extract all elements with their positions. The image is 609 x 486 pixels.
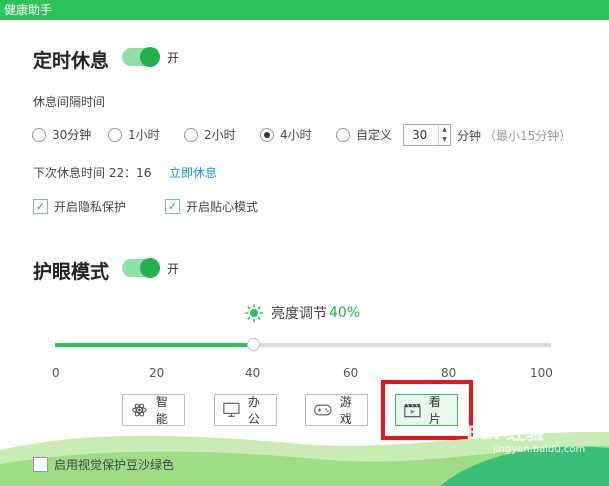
tick-label-20: 20 (149, 366, 165, 380)
radio-30min[interactable]: 30分钟 (32, 126, 91, 143)
checkmark-icon: ✓ (33, 199, 48, 214)
baidu-watermark: Bai 经验 (466, 422, 545, 444)
tick-label-60: 60 (343, 366, 359, 380)
checkmark-icon: ✓ (165, 199, 180, 214)
mode-smart-label: 智能 (155, 395, 168, 426)
slider-fill (55, 343, 254, 347)
health-assistant-window: 定时休息 开 休息间隔时间 30分钟 1小时 2小时 4小时 自定义 30 ▲ ▼… (0, 20, 609, 486)
custom-unit-label: 分钟 (457, 129, 482, 143)
mode-game-button[interactable]: 游戏 (305, 394, 368, 426)
custom-minutes-value: 30 (412, 128, 428, 142)
mode-game-label: 游戏 (339, 395, 352, 426)
tick-label-80: 80 (441, 366, 457, 380)
custom-min-hint: （最小15分钟） (484, 129, 572, 143)
next-rest-time: 下次休息时间 22：16 (33, 166, 152, 180)
checkbox-empty-icon (33, 457, 48, 472)
atom-icon (132, 403, 147, 417)
radio-dot-selected (260, 127, 274, 142)
caring-mode-checkbox[interactable]: ✓ 开启贴心模式 (165, 198, 258, 215)
brightness-percent: 40% (329, 305, 361, 321)
tick-label-100: 100 (530, 366, 553, 380)
rest-now-link[interactable]: 立即休息 (169, 164, 217, 181)
radio-4hour[interactable]: 4小时 (260, 126, 312, 143)
eye-toggle-label: 开 (167, 262, 180, 276)
green-bean-checkbox[interactable]: 启用视觉保护豆沙绿色 (33, 456, 174, 473)
privacy-protection-checkbox[interactable]: ✓ 开启隐私保护 (33, 198, 126, 215)
brightness-slider[interactable] (55, 338, 551, 351)
mode-smart-button[interactable]: 智能 (122, 394, 185, 426)
radio-dot (32, 127, 46, 142)
eye-section-title: 护眼模式 (33, 261, 110, 283)
sun-icon (245, 304, 263, 322)
radio-dot (336, 127, 350, 142)
toggle-knob (140, 47, 160, 67)
mode-office-button[interactable]: 办公 (214, 394, 277, 426)
gamepad-icon (314, 404, 332, 416)
custom-minutes-stepper[interactable]: 30 ▲ ▼ (403, 124, 451, 146)
rest-interval-label: 休息间隔时间 (33, 95, 106, 109)
title-bar: 健康助手 (0, 0, 609, 20)
rest-toggle[interactable] (122, 47, 160, 67)
radio-custom[interactable]: 自定义 (336, 126, 392, 143)
window-title: 健康助手 (4, 3, 53, 17)
stepper-arrows-icon[interactable]: ▲ ▼ (438, 125, 450, 145)
tick-label-40: 40 (245, 366, 261, 380)
radio-dot (184, 127, 198, 142)
tick-label-0: 0 (52, 366, 60, 380)
rest-section-title: 定时休息 (33, 50, 110, 72)
slider-thumb[interactable] (247, 338, 261, 351)
brightness-label: 亮度调节 (271, 306, 327, 322)
eye-toggle[interactable] (122, 258, 160, 278)
radio-2hour[interactable]: 2小时 (184, 126, 236, 143)
toggle-knob (140, 258, 160, 278)
brightness-readout: 亮度调节 40% (245, 303, 360, 323)
baidu-watermark-url: jingyan.baidu.com (493, 444, 586, 455)
mode-office-label: 办公 (247, 395, 260, 426)
rest-toggle-label: 开 (167, 51, 180, 65)
monitor-icon (223, 402, 240, 417)
radio-dot (108, 127, 122, 142)
radio-1hour[interactable]: 1小时 (108, 126, 160, 143)
